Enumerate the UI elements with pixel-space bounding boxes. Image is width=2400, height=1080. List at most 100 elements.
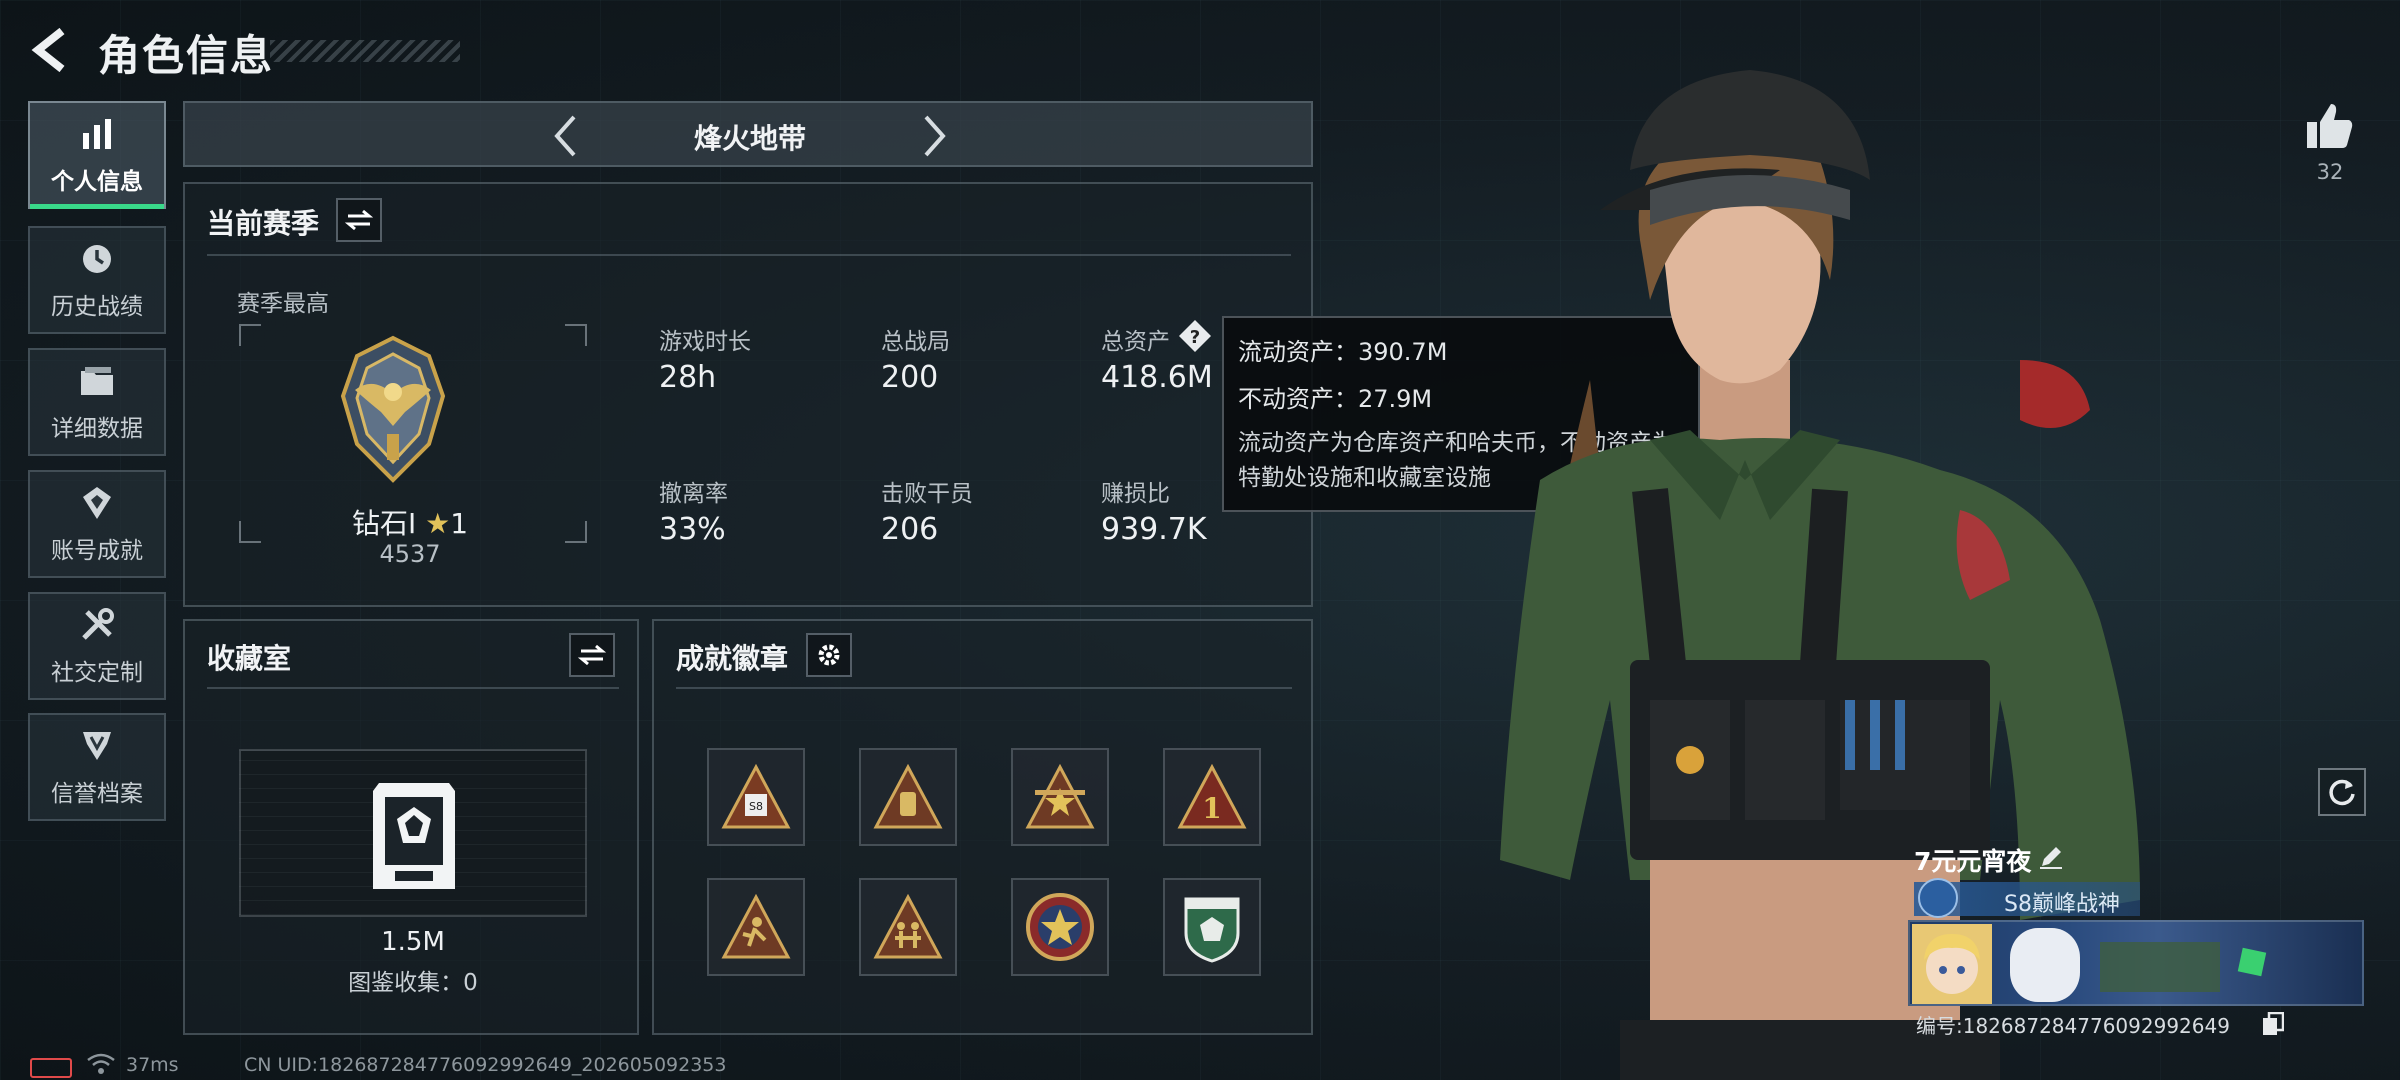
- collection-room-icon: [369, 781, 459, 891]
- rank-name: 钻石I: [351, 507, 417, 540]
- page-title: 角色信息: [98, 31, 275, 80]
- stat-value: 33%: [659, 512, 726, 547]
- stat-label: 赚损比: [1101, 481, 1170, 507]
- nav-reputation[interactable]: 信誉档案: [28, 713, 166, 821]
- stat-value: 28h: [659, 360, 717, 395]
- season-panel: 当前赛季 赛季最高 钻石I ★1 4537 游戏时长 28h 总战局 200 总…: [183, 182, 1313, 607]
- asset-help-button[interactable]: ?: [1177, 318, 1213, 354]
- mode-selector: 烽火地带: [183, 101, 1313, 167]
- divider: [207, 254, 1291, 256]
- swap-icon: [345, 209, 373, 231]
- nav-personal-info[interactable]: 个人信息: [28, 101, 166, 209]
- collection-catalog: 图鉴收集：0: [348, 970, 478, 996]
- frame-corner: [565, 324, 587, 346]
- thumbs-up-icon: [2307, 104, 2353, 148]
- badge-team[interactable]: [859, 878, 957, 976]
- refresh-button[interactable]: [2318, 768, 2366, 816]
- item-badge-icon: [873, 764, 943, 829]
- nav-label: 信誉档案: [51, 781, 143, 807]
- stat-value: 939.7K: [1101, 512, 1207, 547]
- title-decoration: [270, 40, 460, 62]
- rank-emblem-icon: [333, 334, 453, 484]
- stat-label: 游戏时长: [659, 329, 751, 355]
- avatar: [1912, 924, 1992, 1004]
- badge-gem-shield[interactable]: [1163, 878, 1261, 976]
- nav-label: 社交定制: [51, 660, 143, 686]
- nav-achievements[interactable]: 账号成就: [28, 470, 166, 578]
- player-card-banner[interactable]: [1908, 920, 2364, 1006]
- nav-history[interactable]: 历史战绩: [28, 226, 166, 334]
- stat-label: 撤离率: [659, 481, 728, 507]
- like-count: 32: [2316, 160, 2344, 184]
- stat-label: 击败干员: [881, 481, 973, 507]
- number-one-badge-icon: 1: [1177, 764, 1247, 829]
- card-sticker-art: [2237, 947, 2267, 977]
- gear-icon: [818, 644, 840, 666]
- rank-stars: 1: [450, 507, 469, 540]
- like-button[interactable]: [2300, 96, 2360, 156]
- switch-collection-button[interactable]: [569, 633, 615, 677]
- switch-season-button[interactable]: [336, 198, 382, 242]
- svg-text:?: ?: [1190, 327, 1200, 348]
- chevron-left-icon: [31, 27, 65, 73]
- collection-panel[interactable]: 收藏室 1.5M 图鉴收集：0: [183, 619, 639, 1035]
- badge-s8[interactable]: S8: [707, 748, 805, 846]
- nav-social-custom[interactable]: 社交定制: [28, 592, 166, 700]
- badge-settings-button[interactable]: [806, 633, 852, 677]
- next-mode-button[interactable]: [910, 111, 960, 161]
- stat-label: 总战局: [881, 329, 950, 355]
- section-title: 收藏室: [207, 642, 292, 675]
- refresh-icon: [2329, 779, 2355, 806]
- badge-star-medal[interactable]: [1011, 878, 1109, 976]
- section-title: 成就徽章: [676, 642, 789, 675]
- card-character-art: [2010, 928, 2080, 1002]
- frame-corner: [239, 324, 261, 346]
- star-icon: ★: [425, 507, 451, 540]
- stat-value: 206: [881, 512, 939, 547]
- player-name: 7元元宵夜: [1914, 847, 2032, 876]
- wifi-icon: [86, 1052, 116, 1076]
- divider: [676, 687, 1292, 689]
- stat-value: 200: [881, 360, 939, 395]
- rank-score: 4537: [379, 540, 441, 568]
- gem-shield-icon: [1184, 897, 1240, 963]
- stat-label: 总资产: [1101, 329, 1170, 355]
- mode-title: 烽火地带: [693, 122, 806, 155]
- badge-number-one[interactable]: 1: [1163, 748, 1261, 846]
- card-item-art: [2100, 942, 2220, 992]
- battery-icon: [30, 1058, 72, 1078]
- badge-runner[interactable]: [707, 878, 805, 976]
- chevron-right-icon: [924, 115, 946, 157]
- svg-text:S8: S8: [749, 800, 763, 813]
- copy-icon[interactable]: [2262, 1011, 2286, 1036]
- collection-value: 1.5M: [381, 927, 445, 957]
- swap-icon: [578, 644, 606, 666]
- star-medal-icon: [1026, 893, 1094, 961]
- history-icon: [77, 239, 117, 279]
- svg-text:1: 1: [1202, 792, 1221, 825]
- help-icon: ?: [1179, 320, 1211, 352]
- badge-item[interactable]: [859, 748, 957, 846]
- bar-chart-icon: [77, 114, 117, 154]
- uid-text: CN UID:1826872847760929926​49_2026050923…: [244, 1054, 727, 1076]
- rank-title: S8巅峰战神: [2004, 892, 2120, 917]
- section-title: 当前赛季: [207, 207, 320, 240]
- nav-detailed-data[interactable]: 详细数据: [28, 348, 166, 456]
- player-id: 编号:1826872847760929926​49: [1916, 1014, 2230, 1038]
- runner-badge-icon: [721, 894, 791, 959]
- star-badge-icon: [1025, 764, 1095, 829]
- reputation-icon: [77, 726, 117, 766]
- s8-badge-icon: S8: [721, 764, 791, 829]
- rank-name-row: 钻石I ★1: [185, 502, 635, 542]
- season-best-label: 赛季最高: [237, 291, 329, 317]
- nav-label: 详细数据: [51, 416, 143, 442]
- edit-name-button[interactable]: [2036, 842, 2066, 872]
- nav-label: 个人信息: [51, 169, 143, 195]
- nav-label: 账号成就: [51, 538, 143, 564]
- badge-star[interactable]: [1011, 748, 1109, 846]
- back-button[interactable]: [26, 24, 70, 76]
- divider: [207, 687, 619, 689]
- ping-text: 37ms: [126, 1054, 179, 1076]
- stat-value: 418.6M: [1101, 360, 1213, 395]
- pencil-icon: [2040, 847, 2062, 869]
